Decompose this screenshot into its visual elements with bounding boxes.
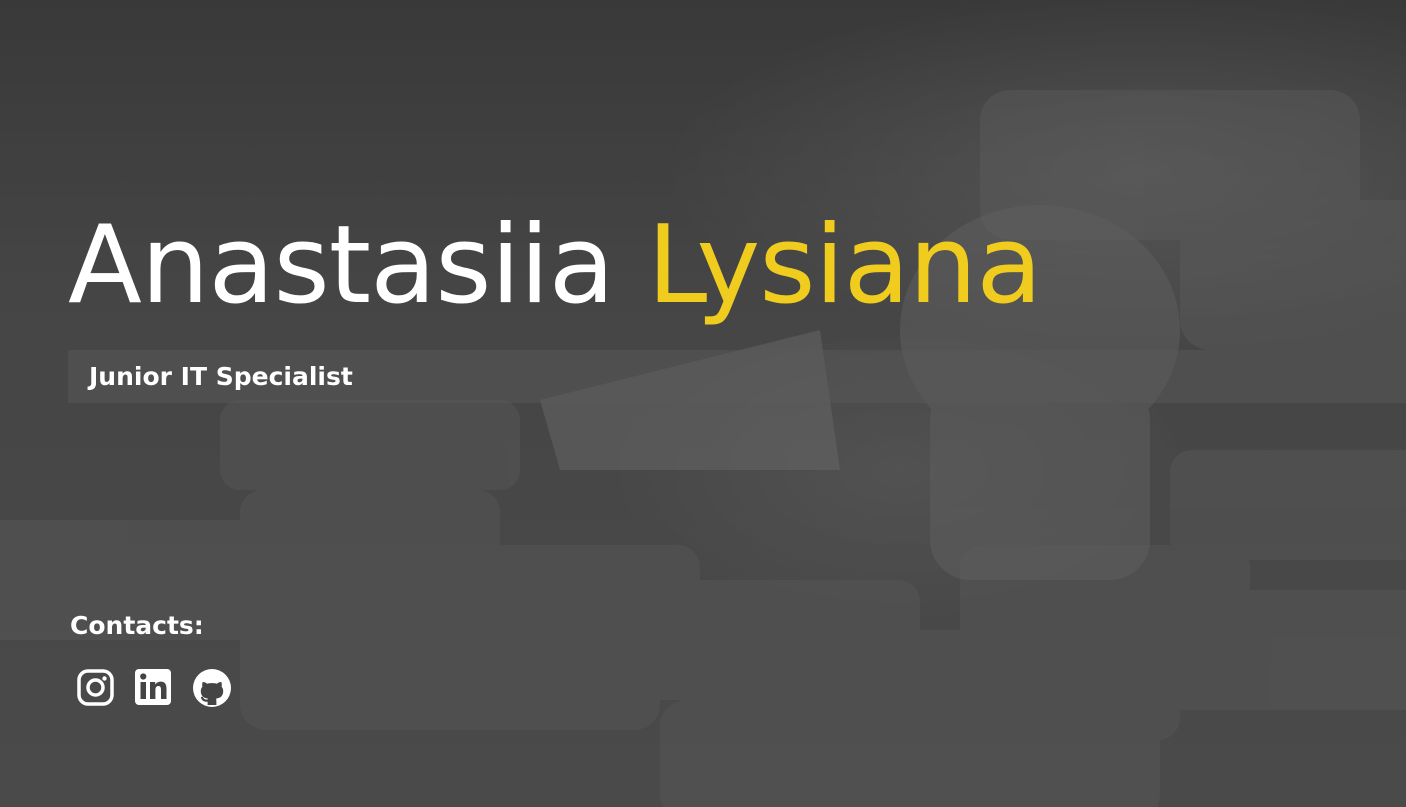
github-link[interactable] (192, 667, 232, 709)
instagram-icon (77, 669, 114, 706)
contacts-label: Contacts: (70, 611, 204, 640)
first-name: Anastasiia (68, 203, 615, 328)
hero-section: Anastasiia Lysiana Junior IT Specialist … (0, 0, 1406, 807)
github-icon (193, 669, 231, 707)
social-links (76, 667, 232, 709)
last-name: Lysiana (647, 203, 1042, 328)
subtitle-band: Junior IT Specialist (68, 350, 1406, 403)
instagram-link[interactable] (76, 667, 116, 709)
linkedin-link[interactable] (134, 667, 174, 709)
job-title: Junior IT Specialist (89, 362, 353, 391)
page-title: Anastasiia Lysiana (68, 196, 1042, 336)
linkedin-icon (135, 669, 171, 705)
